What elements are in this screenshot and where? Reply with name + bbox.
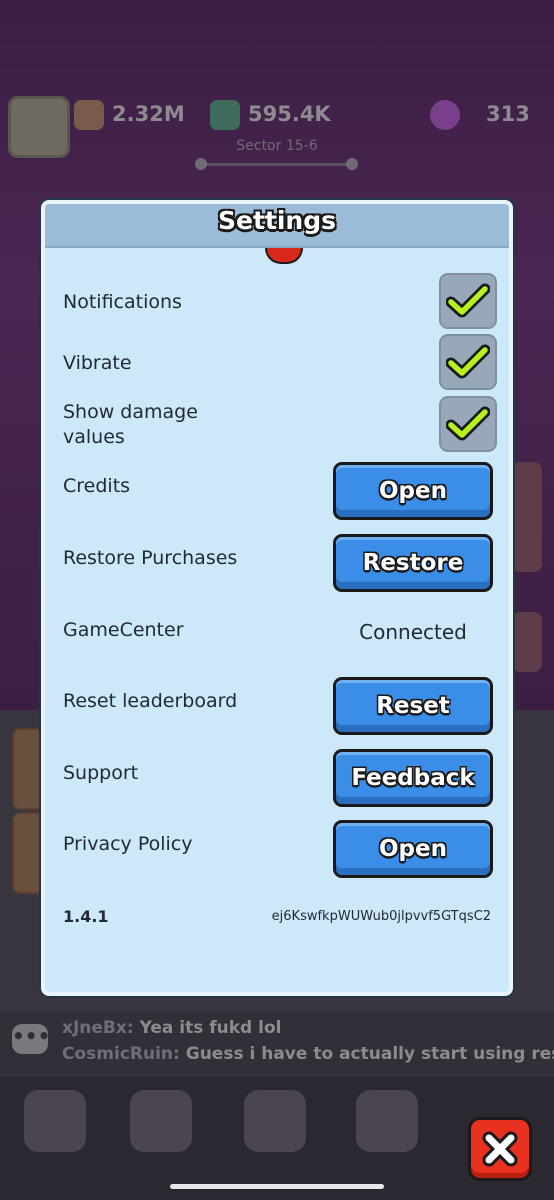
- close-button[interactable]: [468, 1117, 532, 1181]
- currency-icon: [210, 100, 240, 130]
- credits-open-button[interactable]: Open: [333, 462, 493, 520]
- power-icon: [74, 100, 104, 130]
- side-card-right[interactable]: [512, 612, 542, 672]
- sector-label: Sector 15-6: [236, 138, 318, 154]
- upgrade-icon[interactable]: [130, 1090, 192, 1152]
- close-x-icon: [482, 1131, 518, 1167]
- restore-purchases-label: Restore Purchases: [63, 547, 238, 569]
- chat-bar[interactable]: ••• xJneBx: Yea its fukd lol CosmicRuin:…: [0, 1012, 554, 1074]
- side-card-right[interactable]: [512, 462, 542, 572]
- app-version: 1.4.1: [63, 907, 109, 926]
- vibrate-checkbox[interactable]: [439, 334, 497, 390]
- privacy-open-button[interactable]: Open: [333, 820, 493, 878]
- dialog-header: Settings: [45, 204, 509, 248]
- credits-label: Credits: [63, 475, 131, 497]
- home-indicator: [170, 1184, 384, 1189]
- vibrate-label: Vibrate: [63, 352, 132, 374]
- restore-button[interactable]: Restore: [333, 534, 493, 592]
- chat-message: CosmicRuin: Guess i have to actually sta…: [62, 1044, 554, 1064]
- gamecenter-status: Connected: [359, 620, 467, 644]
- player-id: ej6KswfkpWUWub0jlpvvf5GTqsC2: [271, 909, 491, 924]
- reset-button[interactable]: Reset: [333, 677, 493, 735]
- scroll-indicator: [265, 248, 303, 264]
- chat-message: xJneBx: Yea its fukd lol: [62, 1018, 282, 1038]
- ship-icon[interactable]: [356, 1090, 418, 1152]
- gems-stat: 313: [430, 100, 530, 130]
- checkmark-icon: [446, 344, 490, 379]
- chat-bubble-icon[interactable]: •••: [12, 1024, 50, 1054]
- reset-leaderboard-label: Reset leaderboard: [63, 690, 238, 712]
- dialog-title: Settings: [217, 206, 336, 235]
- notifications-label: Notifications: [63, 291, 182, 313]
- shop-icon[interactable]: [24, 1090, 86, 1152]
- gamecenter-label: GameCenter: [63, 619, 184, 641]
- gem-icon: [430, 100, 460, 130]
- notifications-checkbox[interactable]: [439, 273, 497, 329]
- show-damage-checkbox[interactable]: [439, 396, 497, 452]
- show-damage-label: Show damage values: [63, 401, 198, 448]
- currency-stat: 595.4K: [210, 100, 331, 130]
- power-stat: 2.32M: [74, 100, 185, 130]
- modules-icon[interactable]: [244, 1090, 306, 1152]
- sector-node: [346, 158, 358, 170]
- privacy-policy-label: Privacy Policy: [63, 833, 193, 855]
- checkmark-icon: [446, 406, 490, 441]
- support-label: Support: [63, 762, 139, 784]
- feedback-button[interactable]: Feedback: [333, 749, 493, 807]
- settings-dialog: Settings Notifications Vibrate Show dama…: [41, 200, 513, 996]
- sector-progress-track: [198, 163, 356, 166]
- sector-node: [195, 158, 207, 170]
- checkmark-icon: [446, 283, 490, 318]
